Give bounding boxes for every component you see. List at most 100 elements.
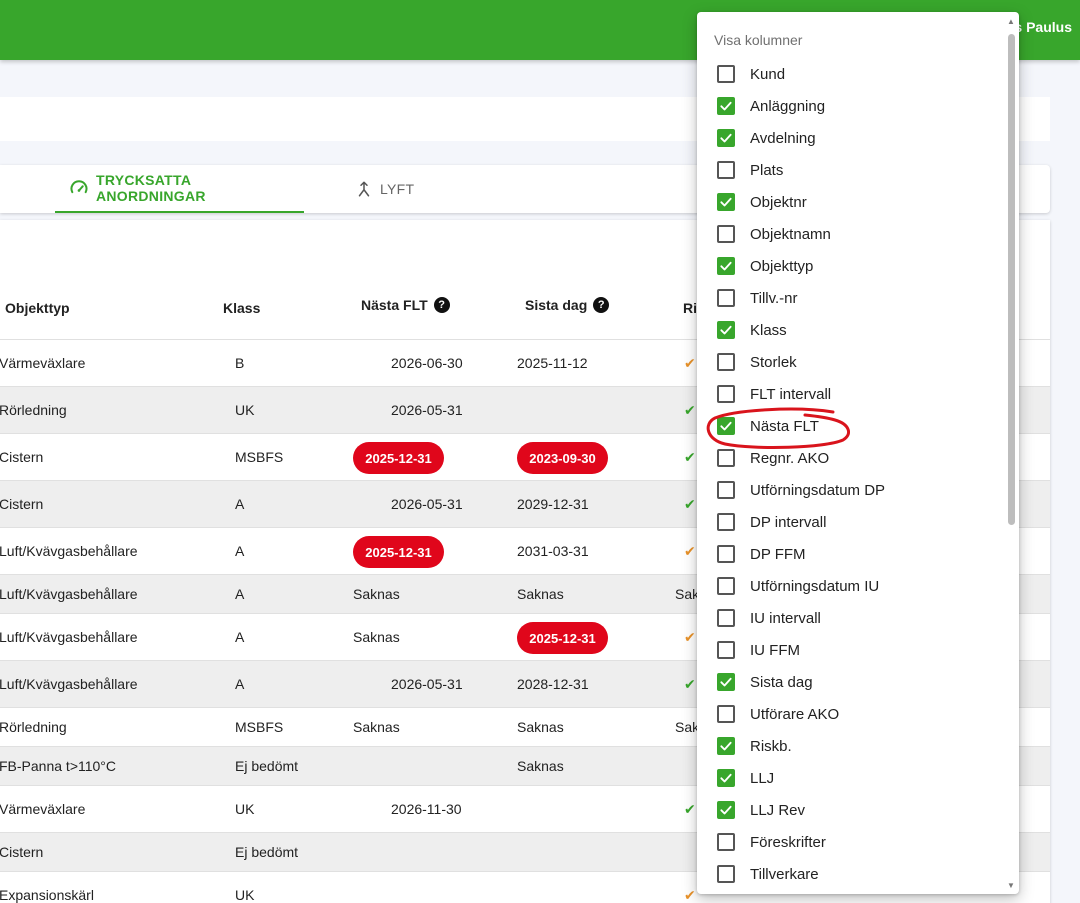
checkbox[interactable] [717,289,735,307]
column-toggle-objektnr[interactable]: Objektnr [697,186,1002,218]
column-toggle-plats[interactable]: Plats [697,154,1002,186]
cell-risk: Sak [675,719,700,735]
column-toggle-utförare-ako[interactable]: Utförare AKO [697,698,1002,730]
cell-risk: ✔ [684,449,696,465]
column-toggle-klass[interactable]: Klass [697,314,1002,346]
checkbox[interactable] [717,321,735,339]
cell-nasta-flt: Saknas [353,629,400,645]
checkbox[interactable] [717,193,735,211]
column-toggle-avdelning[interactable]: Avdelning [697,122,1002,154]
column-toggle-riskb-[interactable]: Riskb. [697,730,1002,762]
header-objekttyp[interactable]: Objekttyp [5,300,70,316]
header-klass[interactable]: Klass [223,300,260,316]
checkbox[interactable] [717,769,735,787]
checkmark-icon [720,677,732,687]
checkbox[interactable] [717,513,735,531]
header-sista-dag[interactable]: Sista dag? [525,297,610,313]
cell-klass: UK [235,887,255,903]
checkbox[interactable] [717,449,735,467]
checkbox[interactable] [717,65,735,83]
column-toggle-föreskrifter[interactable]: Föreskrifter [697,826,1002,858]
checkbox[interactable] [717,641,735,659]
column-toggle-storlek[interactable]: Storlek [697,346,1002,378]
column-label: Tillv.-nr [750,289,798,307]
checkbox[interactable] [717,609,735,627]
column-label: LLJ [750,769,775,787]
column-label: Objektnamn [750,225,831,243]
column-label: Tillverkare [750,865,819,883]
column-toggle-flt-intervall[interactable]: FLT intervall [697,378,1002,410]
cell-nasta-flt: Saknas [353,719,400,735]
column-toggle-iu-ffm[interactable]: IU FFM [697,634,1002,666]
checkbox[interactable] [717,545,735,563]
checkbox[interactable] [717,161,735,179]
column-toggle-tillverkare[interactable]: Tillverkare [697,858,1002,890]
cell-nasta-flt: 2026-05-31 [391,496,463,512]
checkbox[interactable] [717,865,735,883]
scroll-down-icon[interactable]: ▼ [1007,882,1015,890]
cell-objekttyp: Cistern [0,496,44,512]
column-label: Avdelning [750,129,816,147]
cell-sista-dag: 2029-12-31 [517,496,589,512]
column-toggle-sista-dag[interactable]: Sista dag [697,666,1002,698]
checkbox[interactable] [717,97,735,115]
column-label: Plats [750,161,784,179]
cell-klass: A [235,676,245,692]
column-toggle-llj[interactable]: LLJ [697,762,1002,794]
checkbox[interactable] [717,801,735,819]
menu-title: Visa kolumner [714,32,803,48]
column-toggle-utförningsdatum-dp[interactable]: Utförningsdatum DP [697,474,1002,506]
cell-risk: ✔ [684,402,696,418]
checkbox[interactable] [717,129,735,147]
checkbox[interactable] [717,353,735,371]
scroll-up-icon[interactable]: ▲ [1007,18,1015,26]
checkbox[interactable] [717,257,735,275]
column-label: Utförare AKO [750,705,840,723]
cell-risk: ✔ [684,629,696,645]
checkbox[interactable] [717,705,735,723]
scrollbar-thumb[interactable] [1008,34,1015,525]
column-toggle-dp-intervall[interactable]: DP intervall [697,506,1002,538]
checkbox[interactable] [717,737,735,755]
column-toggle-regnr-ako[interactable]: Regnr. AKO [697,442,1002,474]
cell-risk: ✔ [684,801,696,817]
cell-klass: Ej bedömt [235,758,299,774]
merge-arrow-icon [358,181,370,197]
checkbox[interactable] [717,833,735,851]
header-nasta-flt[interactable]: Nästa FLT? [361,297,450,313]
checkbox[interactable] [717,225,735,243]
column-toggle-utförningsdatum-iu[interactable]: Utförningsdatum IU [697,570,1002,602]
help-icon[interactable]: ? [433,297,450,313]
column-label: Nästa FLT [750,417,819,435]
cell-objekttyp: Värmeväxlare [0,355,86,371]
column-toggle-anläggning[interactable]: Anläggning [697,90,1002,122]
gauge-icon [70,180,88,194]
tab-label: TRYCKSATTA ANORDNINGAR [95,172,206,204]
cell-risk: ✔ [684,543,696,559]
checkmark-icon [720,133,732,143]
user-name[interactable]: s Paulus [1014,19,1072,35]
column-toggle-dp-ffm[interactable]: DP FFM [697,538,1002,570]
help-icon[interactable]: ? [593,297,610,313]
checkbox[interactable] [717,417,735,435]
checkbox[interactable] [717,673,735,691]
checkmark-icon [720,101,732,111]
checkbox[interactable] [717,481,735,499]
column-toggle-kund[interactable]: Kund [697,58,1002,90]
column-toggle-objekttyp[interactable]: Objekttyp [697,250,1002,282]
cell-objekttyp: Luft/Kvävgasbehållare [0,629,138,645]
column-toggle-llj-rev[interactable]: LLJ Rev [697,794,1002,826]
checkbox[interactable] [717,577,735,595]
column-toggle-objektnamn[interactable]: Objektnamn [697,218,1002,250]
cell-klass: Ej bedömt [235,844,299,860]
tab-lift[interactable]: LYFT [355,165,414,213]
column-toggle-iu-intervall[interactable]: IU intervall [697,602,1002,634]
column-label: Objektnr [750,193,807,211]
cell-objekttyp: Luft/Kvävgasbehållare [0,586,138,602]
checkbox[interactable] [717,385,735,403]
tab-pressure-equipment[interactable]: TRYCKSATTA ANORDNINGAR [55,165,304,213]
column-label: IU intervall [750,609,821,627]
column-toggle-tillv-nr[interactable]: Tillv.-nr [697,282,1002,314]
cell-klass: UK [235,801,255,817]
column-toggle-nästa-flt[interactable]: Nästa FLT [697,410,1002,442]
